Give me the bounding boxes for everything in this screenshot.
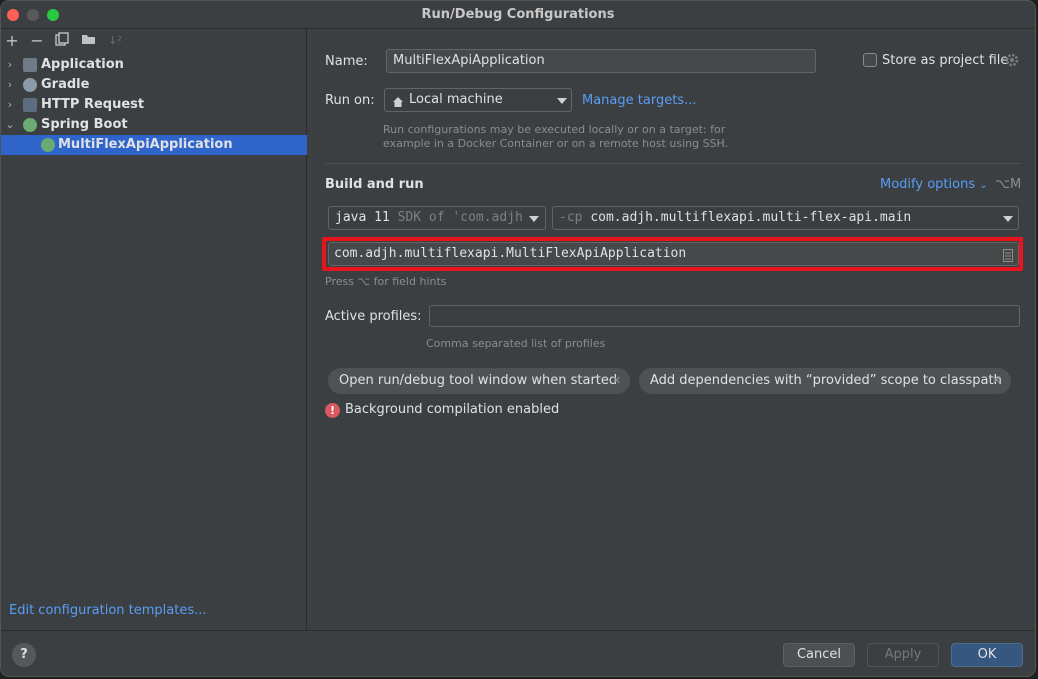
modify-options-label: Modify options [880, 177, 976, 192]
tree-item-label: Application [41, 57, 124, 72]
chevron-down-icon: ⌄ [979, 180, 988, 191]
run-on-hint-line-1: Run configurations may be executed local… [383, 123, 726, 136]
name-label: Name: [325, 54, 368, 69]
main-class-value: com.adjh.multiflexapi.MultiFlexApiApplic… [334, 246, 687, 261]
active-profiles-label: Active profiles: [325, 309, 422, 324]
store-as-project-file-checkbox[interactable] [863, 53, 877, 67]
modify-options-link[interactable]: Modify options ⌄ [880, 177, 988, 192]
chevron-down-icon [529, 216, 539, 222]
title-bar: Run/Debug Configurations [1, 1, 1035, 29]
manage-targets-link[interactable]: Manage targets... [582, 93, 696, 108]
active-profiles-field[interactable] [429, 305, 1020, 327]
home-icon [392, 94, 404, 116]
main-class-field[interactable]: com.adjh.multiflexapi.MultiFlexApiApplic… [328, 242, 1019, 266]
http-request-icon [23, 98, 37, 112]
build-and-run-title: Build and run [325, 177, 424, 192]
run-debug-dialog: Run/Debug Configurations + − ↓² › Applic… [0, 0, 1036, 677]
edit-configuration-templates-link[interactable]: Edit configuration templates... [9, 603, 207, 618]
option-chip-open-tool-window: Open run/debug tool window when started … [328, 368, 630, 394]
gradle-icon [23, 78, 37, 92]
tree-item-label: Gradle [41, 77, 90, 92]
chevron-right-icon: › [7, 78, 13, 91]
tree-item-http-request[interactable]: › HTTP Request [1, 95, 307, 115]
configurations-sidebar: + − ↓² › Application › Gradle › HTTP Req… [1, 29, 307, 630]
configuration-form: Name: MultiFlexApiApplication Store as p… [308, 29, 1035, 630]
chevron-down-icon [1003, 216, 1013, 222]
chevron-right-icon: › [7, 98, 13, 111]
close-icon[interactable]: ✕ [992, 368, 1001, 394]
section-divider [325, 163, 1020, 164]
background-compilation-text: Background compilation enabled [345, 402, 560, 417]
spring-boot-run-icon [41, 138, 55, 152]
classpath-dropdown[interactable]: -cp com.adjh.multiflexapi.multi-flex-api… [552, 206, 1019, 230]
jdk-dropdown[interactable]: java 11 SDK of 'com.adjh [328, 206, 546, 230]
tree-item-label: Spring Boot [41, 117, 128, 132]
chevron-down-icon [557, 98, 567, 104]
minus-icon[interactable]: − [28, 32, 46, 50]
tree-item-multiflexapiapplication[interactable]: MultiFlexApiApplication [1, 135, 307, 155]
gear-icon[interactable] [1005, 53, 1019, 67]
classpath-prefix: -cp [559, 210, 583, 225]
new-folder-icon[interactable] [80, 32, 98, 50]
run-on-hint-line-2: example in a Docker Container or on a re… [383, 137, 729, 150]
jdk-value: java 11 [335, 210, 390, 225]
window-title: Run/Debug Configurations [421, 7, 615, 22]
field-hints-text: Press ⌥ for field hints [325, 275, 447, 288]
ok-button[interactable]: OK [951, 643, 1023, 667]
plus-icon[interactable]: + [3, 32, 21, 50]
tree-item-application[interactable]: › Application [1, 55, 307, 75]
active-profiles-hint: Comma separated list of profiles [426, 337, 606, 350]
tree-item-spring-boot[interactable]: ⌄ Spring Boot [1, 115, 307, 135]
warning-icon: ! [325, 403, 340, 418]
chip-label: Open run/debug tool window when started [339, 373, 618, 388]
run-on-value: Local machine [409, 92, 503, 107]
copy-icon[interactable] [53, 32, 71, 50]
modify-options-shortcut: ⌥M [995, 177, 1022, 192]
help-button[interactable]: ? [12, 643, 36, 667]
apply-button[interactable]: Apply [867, 643, 939, 667]
run-on-label: Run on: [325, 93, 375, 108]
application-icon [23, 58, 37, 72]
dialog-footer: ? Cancel Apply OK [1, 630, 1035, 676]
sidebar-toolbar: + − ↓² [1, 29, 306, 55]
sort-icon[interactable]: ↓² [106, 32, 124, 50]
option-chip-provided-scope: Add dependencies with “provided” scope t… [639, 368, 1011, 394]
cancel-button[interactable]: Cancel [783, 643, 855, 667]
chip-label: Add dependencies with “provided” scope t… [650, 373, 1002, 388]
jdk-hint: SDK of 'com.adjh [397, 210, 523, 225]
spring-boot-icon [23, 118, 37, 132]
tree-item-gradle[interactable]: › Gradle [1, 75, 307, 95]
tree-item-label: MultiFlexApiApplication [58, 137, 233, 152]
chevron-right-icon: › [7, 58, 13, 71]
chevron-down-icon: ⌄ [5, 118, 15, 131]
run-on-dropdown[interactable]: Local machine [384, 88, 572, 112]
close-icon[interactable]: ✕ [612, 368, 621, 394]
tree-item-label: HTTP Request [41, 97, 145, 112]
classpath-value: com.adjh.multiflexapi.multi-flex-api.mai… [590, 210, 912, 225]
name-field[interactable]: MultiFlexApiApplication [386, 49, 816, 73]
browse-icon[interactable] [1003, 248, 1013, 270]
store-as-project-file-label: Store as project file [882, 53, 1009, 68]
